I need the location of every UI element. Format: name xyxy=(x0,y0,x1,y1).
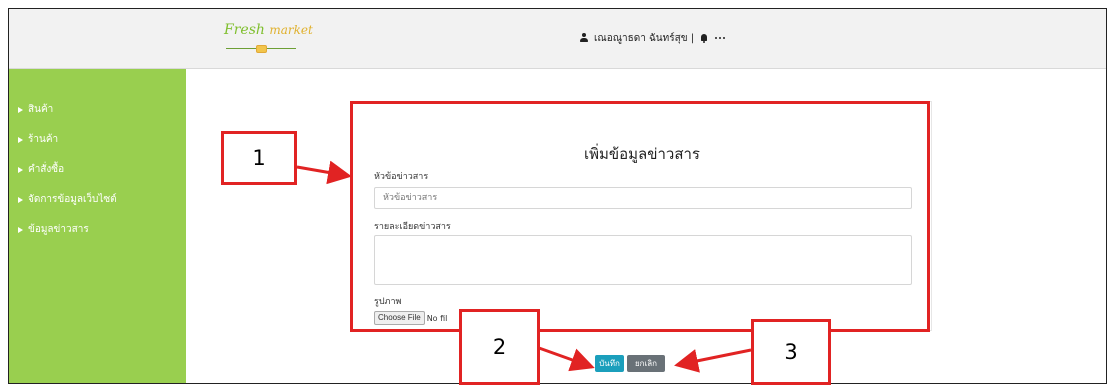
caret-right-icon xyxy=(18,197,23,203)
caret-right-icon xyxy=(18,137,23,143)
sidebar-item-label: คำสั่งซื้อ xyxy=(28,164,65,175)
sidebar-item-news[interactable]: ข้อมูลข่าวสาร xyxy=(18,225,186,235)
sidebar-item-website-management[interactable]: จัดการข้อมูลเว็บไซต์ xyxy=(18,195,186,205)
sidebar: สินค้า ร้านค้า คำสั่งซื้อ จัดการข้อมูลเว… xyxy=(9,69,186,383)
shopping-bag-icon xyxy=(256,45,267,53)
sidebar-item-label: สินค้า xyxy=(28,104,54,115)
save-button[interactable]: บันทึก xyxy=(595,355,624,372)
annotation-number-2: 2 xyxy=(459,309,540,385)
logo-word-fresh: Fresh xyxy=(224,22,265,38)
sidebar-item-label: ร้านค้า xyxy=(28,134,59,145)
user-name[interactable]: เณอณูาธดา ฉันทร์สุข | xyxy=(594,31,694,46)
annotation-number-3: 3 xyxy=(751,319,831,385)
sidebar-item-label: จัดการข้อมูลเว็บไซต์ xyxy=(28,194,117,205)
cancel-button[interactable]: ยกเลิก xyxy=(627,355,665,372)
caret-right-icon xyxy=(18,107,23,113)
sidebar-item-stores[interactable]: ร้านค้า xyxy=(18,135,186,145)
more-icon[interactable] xyxy=(714,33,726,43)
logo-word-market: market xyxy=(269,23,313,37)
annotation-number-1: 1 xyxy=(221,131,297,185)
sidebar-item-products[interactable]: สินค้า xyxy=(18,105,186,115)
sidebar-item-label: ข้อมูลข่าวสาร xyxy=(28,224,89,235)
sidebar-item-orders[interactable]: คำสั่งซื้อ xyxy=(18,165,186,175)
fresh-market-logo[interactable]: Fresh market xyxy=(220,21,313,55)
user-menu[interactable]: เณอณูาธดา ฉันทร์สุข | xyxy=(579,29,726,47)
caret-right-icon xyxy=(18,227,23,233)
logo-text: Fresh market xyxy=(224,23,313,37)
top-navigation-bar: Fresh market เณอณูาธดา ฉันทร์สุข | xyxy=(9,9,1106,69)
bell-icon[interactable] xyxy=(699,33,709,43)
caret-right-icon xyxy=(18,167,23,173)
user-icon xyxy=(579,33,589,43)
annotation-box-form xyxy=(350,101,930,332)
